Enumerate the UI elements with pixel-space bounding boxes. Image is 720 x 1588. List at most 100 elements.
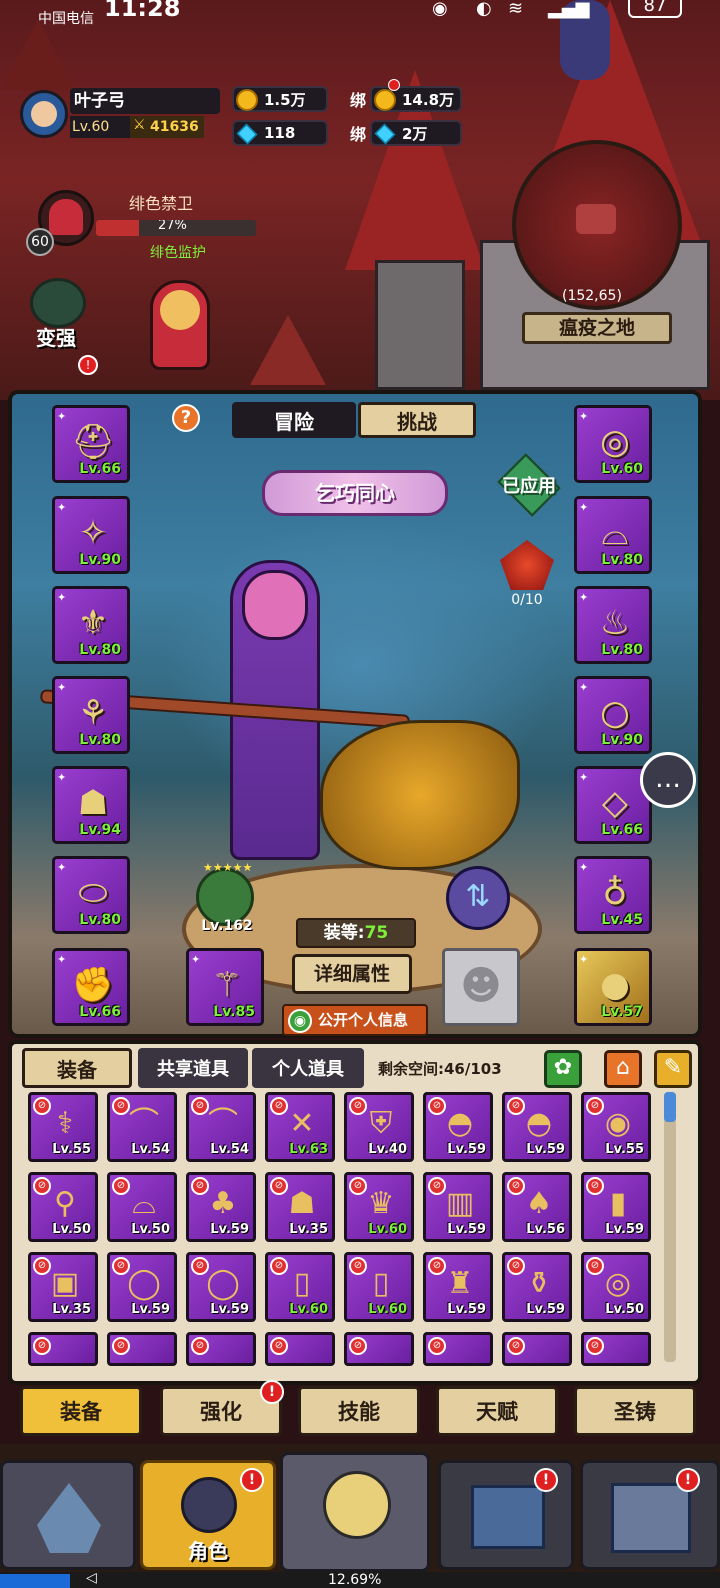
inventory-item[interactable]: ⊘ ⌒ Lv.54 — [186, 1092, 256, 1162]
inventory-item[interactable]: ⊘ — [344, 1332, 414, 1366]
equip-slot-right[interactable]: ✦ ○ Lv.90 — [574, 676, 652, 754]
inventory-item[interactable]: ⊘ — [502, 1332, 572, 1366]
inventory-item[interactable]: ⊘ ♛ Lv.60 — [344, 1172, 414, 1242]
inventory-item[interactable]: ⊘ ⛨ Lv.40 — [344, 1092, 414, 1162]
inventory-item[interactable]: ⊘ ◓ Lv.59 — [502, 1092, 572, 1162]
inventory-item[interactable]: ⊘ ▯ Lv.60 — [344, 1252, 414, 1322]
inventory-item[interactable]: ⊘ ◯ Lv.59 — [107, 1252, 177, 1322]
inventory-item[interactable]: ⊘ — [107, 1332, 177, 1366]
details-button[interactable]: 详细属性 — [292, 954, 412, 994]
inventory-item[interactable]: ⊘ ⚕ Lv.55 — [28, 1092, 98, 1162]
equip-slot-left[interactable]: ✦ ⚜ Lv.80 — [52, 586, 130, 664]
equip-slot-right[interactable]: ✦ ♨ Lv.80 — [574, 586, 652, 664]
equip-slot-right[interactable]: ✦ ⌓ Lv.80 — [574, 496, 652, 574]
equip-level-label: 装等: — [323, 923, 365, 943]
inventory-item[interactable]: ⊘ ✕ Lv.63 — [265, 1092, 335, 1162]
equip-slot-left[interactable]: ✦ ⛑ Lv.66 — [52, 405, 130, 483]
inventory-item[interactable]: ⊘ ◎ Lv.50 — [581, 1252, 651, 1322]
hooded-hero-icon — [181, 1477, 237, 1533]
inventory-item[interactable]: ⊘ ▣ Lv.35 — [28, 1252, 98, 1322]
inventory-item[interactable]: ⊘ ♜ Lv.59 — [423, 1252, 493, 1322]
avatar[interactable] — [20, 90, 68, 138]
weapon-slot[interactable]: ✦ ⚚ Lv.85 — [186, 948, 264, 1026]
nav-battle[interactable] — [280, 1452, 430, 1572]
equip-slot-right[interactable]: ✦ ♁ Lv.45 — [574, 856, 652, 934]
bound-gold-counter[interactable]: 14.8万 — [370, 86, 462, 112]
tab-shared-items[interactable]: 共享道具 — [138, 1048, 248, 1088]
eye-icon: ◉ — [432, 0, 448, 19]
storage-icon[interactable]: ⌂ — [604, 1050, 642, 1088]
inventory-item[interactable]: ⊘ ☗ Lv.35 — [265, 1172, 335, 1242]
strengthen-icon[interactable] — [30, 278, 86, 328]
inventory-item[interactable]: ⊘ ⚲ Lv.50 — [28, 1172, 98, 1242]
inventory-item[interactable]: ⊘ ▯ Lv.60 — [265, 1252, 335, 1322]
outfit-title[interactable]: 乞巧同心 — [262, 470, 448, 516]
public-info-toggle[interactable]: ◉ 公开个人信息 — [282, 1004, 428, 1036]
tab-personal-items[interactable]: 个人道具 — [252, 1048, 364, 1088]
inventory-item[interactable]: ⊘ ⌒ Lv.54 — [107, 1092, 177, 1162]
help-button[interactable]: ? — [172, 404, 200, 432]
inventory-item[interactable]: ⊘ ▥ Lv.59 — [423, 1172, 493, 1242]
tab-adventure[interactable]: 冒险 — [232, 402, 356, 438]
space-value: 46/103 — [444, 1060, 502, 1078]
equip-slot-left[interactable]: ✦ ⚘ Lv.80 — [52, 676, 130, 754]
equip-slot-right[interactable]: ✦ ● Lv.57 — [574, 948, 652, 1026]
recycle-icon[interactable]: ✿ — [544, 1050, 582, 1088]
item-level: Lv.59 — [210, 1222, 249, 1237]
inventory-item[interactable]: ⊘ — [265, 1332, 335, 1366]
sort-broom-icon[interactable]: ✎ — [654, 1050, 692, 1088]
target-hp-fill — [96, 220, 140, 236]
equip-slot-left[interactable]: ✦ ⬭ Lv.80 — [52, 856, 130, 934]
minimap[interactable] — [512, 140, 682, 310]
alert-badge: ! — [260, 1380, 284, 1404]
slot-corner-icon: ✦ — [579, 591, 589, 604]
gem-counter[interactable]: 118 — [232, 120, 328, 146]
inventory-item[interactable]: ⊘ — [186, 1332, 256, 1366]
nav-character-label: 角色 — [188, 1539, 228, 1563]
inventory-item[interactable]: ⊘ ♠ Lv.56 — [502, 1172, 572, 1242]
gem-icon — [236, 123, 258, 145]
inventory-item[interactable]: ⊘ — [28, 1332, 98, 1366]
applied-label[interactable]: 已应用 — [494, 472, 564, 498]
gate-icon — [471, 1485, 545, 1549]
inventory-scrollbar[interactable] — [664, 1092, 676, 1362]
subtab-3[interactable]: 天赋 — [436, 1386, 558, 1436]
scroll-thumb[interactable] — [664, 1092, 676, 1122]
subtab-2[interactable]: 技能 — [298, 1386, 420, 1436]
strengthen-label[interactable]: 变强 — [36, 322, 76, 351]
inventory-item[interactable]: ⊘ ⚱ Lv.59 — [502, 1252, 572, 1322]
equip-slot-left[interactable]: ✦ ☗ Lv.94 — [52, 766, 130, 844]
equip-slot-right[interactable]: ✦ ◎ Lv.60 — [574, 405, 652, 483]
eye-icon: ◉ — [288, 1009, 312, 1033]
pants-icon: ⌓ — [601, 513, 629, 553]
zone-name[interactable]: 瘟疫之地 — [522, 312, 672, 344]
bound-gem-counter[interactable]: 2万 — [370, 120, 462, 146]
inventory-item[interactable]: ⊘ ◯ Lv.59 — [186, 1252, 256, 1322]
inventory-item[interactable]: ⊘ ♣ Lv.59 — [186, 1172, 256, 1242]
ban-icon: ⊘ — [507, 1337, 525, 1355]
swap-icon[interactable]: ⇅ — [446, 866, 510, 930]
equip-slot-left[interactable]: ✦ ✧ Lv.90 — [52, 496, 130, 574]
gold-counter[interactable]: 1.5万 — [232, 86, 328, 112]
back-icon[interactable]: ◁ — [86, 1570, 97, 1586]
coin-icon — [374, 89, 396, 111]
tab-challenge[interactable]: 挑战 — [358, 402, 476, 438]
chat-icon[interactable]: … — [640, 752, 696, 808]
gem-icon — [374, 123, 396, 145]
subtab-0[interactable]: 装备 — [20, 1386, 142, 1436]
nav-world[interactable] — [0, 1460, 136, 1570]
inventory-item[interactable]: ⊘ — [423, 1332, 493, 1366]
inventory-item[interactable]: ⊘ ▮ Lv.59 — [581, 1172, 651, 1242]
slot-corner-icon: ✦ — [579, 501, 589, 514]
inventory-item[interactable]: ⊘ ◓ Lv.59 — [423, 1092, 493, 1162]
locked-slot[interactable]: ☻ — [442, 948, 520, 1026]
bound-gem-value: 2万 — [402, 124, 428, 143]
inventory-item[interactable]: ⊘ ◉ Lv.55 — [581, 1092, 651, 1162]
slot-level: Lv.57 — [601, 1004, 643, 1020]
inventory-item[interactable]: ⊘ ⌓ Lv.50 — [107, 1172, 177, 1242]
subtab-4[interactable]: 圣铸 — [574, 1386, 696, 1436]
tab-equipment[interactable]: 装备 — [22, 1048, 132, 1088]
inventory-item[interactable]: ⊘ — [581, 1332, 651, 1366]
map-coordinates: (152,65) — [562, 288, 622, 304]
equip-slot-left[interactable]: ✦ ✊ Lv.66 — [52, 948, 130, 1026]
